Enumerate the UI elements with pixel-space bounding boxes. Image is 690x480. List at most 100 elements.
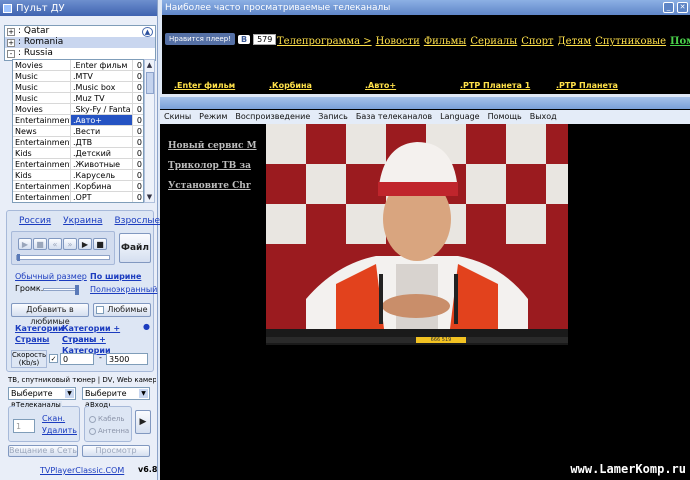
preview-button[interactable]: Просмотр [82,445,150,457]
menu-skins[interactable]: Скины [164,110,191,124]
vk-icon[interactable]: B [237,34,251,44]
nav-link-series[interactable]: Сериалы [470,36,517,47]
promo-link[interactable]: Триколор ТВ за [168,161,266,171]
guide-titlebar[interactable]: Наиболее часто просматриваемые телеканал… [162,0,690,15]
nav-link-help[interactable]: Помощь [670,36,690,47]
speed-to-field[interactable]: 3500 [106,353,148,365]
expand-icon[interactable]: + [7,27,15,36]
tree-item-russia[interactable]: - : Russia [5,48,155,59]
volume-slider[interactable] [43,285,79,295]
forward-icon[interactable]: » [63,238,77,250]
countries-categories-link[interactable]: Страны + Категории [62,335,111,355]
tree-item-romania[interactable]: + : Romania [5,37,155,48]
menu-playback[interactable]: Воспроизведение [235,110,310,124]
channel-row[interactable]: Music .MTV 0 [13,71,143,82]
promo-link[interactable]: Установите Chr [168,181,266,191]
minimize-icon[interactable]: _ [663,2,674,13]
fullscreen-link[interactable]: Полноэкранный [90,285,157,294]
fit-width-link[interactable]: По ширине [90,272,141,281]
favorites-toggle[interactable]: Любимые [93,303,151,317]
scroll-down-icon[interactable]: ▼ [145,192,154,202]
menu-mode[interactable]: Режим [199,110,227,124]
site-link[interactable]: TVPlayerClassic.COM [40,466,124,475]
channel-row[interactable]: Movies .Sky-Fy / Fanta 0 [13,104,143,115]
scan-link[interactable]: Скан. [42,414,65,423]
add-favorite-button[interactable]: Добавить в любимые [11,303,89,326]
channel-number-field[interactable]: 1 [13,419,35,433]
scroll-thumb[interactable] [146,72,154,94]
video-source-select[interactable]: Выберите видео [8,387,76,409]
channel-list-scrollbar[interactable]: ▲ ▼ [144,59,155,203]
stream-button[interactable]: Вещание в Сеть [8,445,78,457]
nav-link-tvguide[interactable]: Телепрограмма > [277,36,372,47]
normal-size-link[interactable]: Обычный размер [15,272,87,281]
popular-channel-link[interactable]: .Корбина [269,81,312,90]
channel-row[interactable]: Entertainment .ДТВ 0 [13,137,143,148]
favorites-checkbox[interactable] [96,306,105,314]
expand-icon[interactable]: + [7,38,15,47]
channel-row[interactable]: Music .Music box 0 [13,82,143,93]
radio-icon[interactable] [89,427,96,435]
record-icon[interactable]: ▶ [78,238,92,250]
channel-row-selected[interactable]: Entertainment .Авто+ 0 [13,115,143,126]
scroll-up-icon[interactable]: ▲ [145,60,154,70]
video-frame[interactable] [266,124,568,345]
categories-link[interactable]: Категории [15,324,64,333]
nav-link-kids[interactable]: Детям [558,36,592,47]
menu-language[interactable]: Language [440,110,479,124]
stop-icon[interactable]: ■ [33,238,47,250]
file-button[interactable]: Файл [119,233,151,263]
video-image [266,124,568,345]
player-titlebar[interactable] [160,97,690,109]
channel-row[interactable]: Music .Muz TV 0 [13,93,143,104]
nav-link-movies[interactable]: Фильмы [424,36,467,47]
rewind-icon[interactable]: « [48,238,62,250]
popular-channel-link[interactable]: .РТР Планета 1 [460,81,530,90]
volume-slider-thumb[interactable] [75,285,79,295]
collapse-icon[interactable]: - [7,49,15,58]
country-link-adult[interactable]: Взрослые [115,216,161,226]
remote-titlebar[interactable]: Пульт ДУ [0,0,157,16]
scroll-up-icon[interactable]: ▲ [142,26,153,37]
seek-slider[interactable] [16,254,110,261]
channel-row[interactable]: Kids .Детский 0 [13,148,143,159]
antenna-radio[interactable]: Антенна [89,427,129,435]
tree-item-qatar[interactable]: + : Qatar ▲ [5,26,155,37]
popular-channel-link[interactable]: .Enter фильм [174,81,235,90]
tuner-go-button[interactable]: ▶ [135,410,151,434]
channel-row[interactable]: Movies .Enter фильм 0 [13,60,143,71]
close-icon[interactable]: ✕ [677,2,688,13]
nav-link-satellite[interactable]: Спутниковые [595,36,666,47]
menu-help[interactable]: Помощь [488,110,522,124]
nav-link-news[interactable]: Новости [376,36,420,47]
promo-link[interactable]: Новый сервис М [168,141,266,151]
radio-icon[interactable]: ● [143,322,150,331]
countries-link[interactable]: Страны [15,335,49,344]
nav-link-sport[interactable]: Спорт [521,36,553,47]
popular-channel-link[interactable]: .РТР Планета [556,81,618,90]
country-tree[interactable]: + : Qatar ▲ + : Romania - : Russia [4,25,156,61]
radio-icon[interactable] [89,415,96,423]
play-icon[interactable]: ▶ [18,238,32,250]
country-link-russia[interactable]: Россия [19,216,51,226]
channel-row[interactable]: News .Вести 0 [13,126,143,137]
channel-row[interactable]: Entertainment .ОРТ 0 [13,192,143,202]
menu-exit[interactable]: Выход [530,110,557,124]
cable-radio[interactable]: Кабель [89,415,124,423]
speed-checkbox[interactable]: ✓ [49,354,58,363]
channel-list[interactable]: Movies .Enter фильм 0 Music .MTV 0 Music .Mus… [12,59,144,203]
remote-title: Пульт ДУ [16,2,65,14]
like-button[interactable]: Нравится плеер! [165,33,235,45]
seek-slider-thumb[interactable] [17,254,20,261]
stop-record-icon[interactable]: ■ [93,238,107,250]
menu-record[interactable]: Запись [318,110,348,124]
audio-source-select[interactable]: Выберите аудио [82,387,150,409]
channel-row[interactable]: Entertainment .Корбина 0 [13,181,143,192]
channel-row[interactable]: Kids .Карусель 0 [13,170,143,181]
popular-channel-link[interactable]: .Авто+ [365,81,396,90]
menu-channel-db[interactable]: База телеканалов [356,110,432,124]
delete-link[interactable]: Удалить [42,426,77,435]
country-link-ukraine[interactable]: Украина [63,216,102,226]
speed-from-field[interactable]: 0 [60,353,94,365]
channel-row[interactable]: Entertainment .Животные 0 [13,159,143,170]
